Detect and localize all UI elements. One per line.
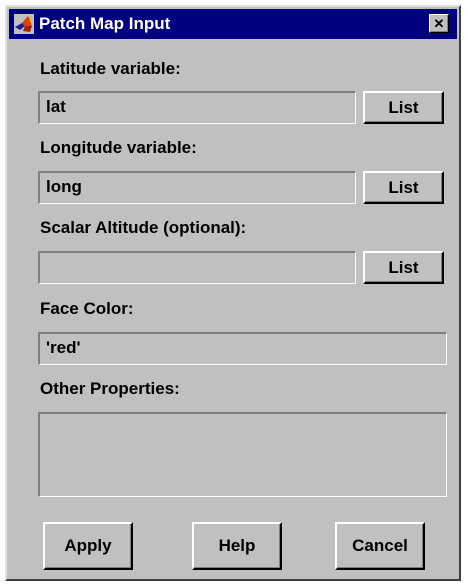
longitude-field[interactable]: long [38, 171, 356, 204]
close-button[interactable]: ✕ [429, 14, 449, 33]
scalar-altitude-label: Scalar Altitude (optional): [40, 218, 247, 237]
face-color-label: Face Color: [40, 299, 134, 318]
scalar-altitude-field[interactable] [38, 251, 356, 284]
patch-map-input-dialog: Patch Map Input ✕ Latitude variable: lat… [5, 5, 461, 581]
title-bar[interactable]: Patch Map Input ✕ [9, 9, 457, 39]
window-title: Patch Map Input [39, 14, 171, 33]
scalar-altitude-list-button[interactable]: List [363, 251, 444, 284]
apply-button[interactable]: Apply [43, 522, 133, 570]
other-properties-field[interactable] [38, 412, 447, 497]
face-color-field[interactable]: 'red' [38, 332, 447, 365]
longitude-list-button[interactable]: List [363, 171, 444, 204]
help-button[interactable]: Help [192, 522, 282, 570]
matlab-logo-icon [14, 14, 34, 34]
latitude-field[interactable]: lat [38, 91, 356, 124]
latitude-label: Latitude variable: [40, 59, 181, 78]
latitude-list-button[interactable]: List [363, 91, 444, 124]
longitude-label: Longitude variable: [40, 138, 197, 157]
other-properties-label: Other Properties: [40, 379, 180, 398]
cancel-button[interactable]: Cancel [335, 522, 425, 570]
